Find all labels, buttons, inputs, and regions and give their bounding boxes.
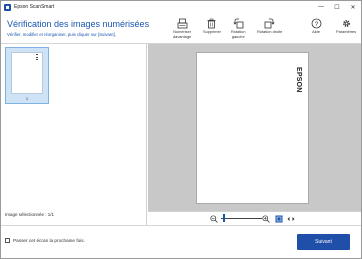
help-button[interactable]: ? Aide: [310, 17, 322, 35]
thumbnail-number: 1: [25, 96, 29, 101]
thumbnail-panel: 1: [1, 44, 147, 225]
zoom-slider-handle[interactable]: [223, 214, 225, 222]
close-button[interactable]: ✕: [345, 1, 361, 13]
thumbnail-item[interactable]: 1: [5, 47, 49, 104]
skip-screen-checkbox[interactable]: [5, 238, 10, 243]
delete-button[interactable]: Supprimer: [203, 17, 221, 35]
settings-label: Paramètres: [336, 29, 357, 34]
preview-page-text: EPSON: [295, 67, 302, 93]
scan-more-label: Numériser davantage: [173, 29, 192, 39]
rotate-right-label: Rotation droite: [257, 29, 283, 34]
footer-divider: [1, 225, 361, 226]
skip-screen-label: Passer cet écran la prochaine fois.: [13, 238, 85, 243]
zoom-in-icon[interactable]: [262, 215, 270, 223]
next-button[interactable]: Suivant: [297, 234, 350, 250]
scanner-icon: [176, 17, 188, 29]
rotate-left-icon: [232, 17, 244, 29]
scan-more-button[interactable]: Numériser davantage: [173, 17, 191, 39]
thumbnail-menu-icon[interactable]: [36, 54, 38, 60]
fit-to-window-icon[interactable]: [275, 215, 283, 223]
selected-count: Image sélectionnée : 1/1: [5, 212, 55, 217]
zoom-out-icon[interactable]: [210, 215, 218, 223]
rotate-left-button[interactable]: Rotation gauche: [231, 17, 246, 39]
app-logo-icon: [4, 3, 11, 11]
window-controls: — ☐ ✕: [313, 1, 361, 13]
rotate-left-label: Rotation gauche: [231, 29, 246, 39]
maximize-button[interactable]: ☐: [329, 1, 345, 13]
delete-label: Supprimer: [203, 29, 221, 34]
help-label: Aide: [312, 29, 320, 34]
fit-width-arrows-icon[interactable]: [287, 216, 295, 222]
page-title: Vérification des images numérisées: [7, 19, 150, 29]
gear-icon: [340, 17, 352, 29]
settings-button[interactable]: Paramètres: [336, 17, 356, 35]
minimize-button[interactable]: —: [313, 1, 329, 13]
skip-screen-option[interactable]: Passer cet écran la prochaine fois.: [5, 238, 85, 243]
thumbnail-page: [11, 52, 43, 94]
trash-icon: [206, 17, 218, 29]
rotate-right-button[interactable]: Rotation droite: [257, 17, 282, 35]
zoom-slider-track[interactable]: [221, 218, 262, 219]
preview-page: EPSON: [196, 52, 309, 204]
page-subtitle: Vérifier, modifier et réorganiser, puis …: [7, 32, 116, 37]
help-icon: ?: [310, 17, 322, 29]
svg-text:?: ?: [314, 21, 318, 27]
app-window: Epson ScanSmart — ☐ ✕ Vérification des i…: [0, 0, 362, 259]
zoom-bar: [148, 211, 361, 225]
rotate-right-icon: [264, 17, 276, 29]
header: Vérification des images numérisées Vérif…: [1, 13, 361, 43]
window-title: Epson ScanSmart: [14, 4, 55, 10]
preview-area[interactable]: EPSON: [148, 44, 361, 211]
title-bar: Epson ScanSmart — ☐ ✕: [1, 1, 361, 13]
